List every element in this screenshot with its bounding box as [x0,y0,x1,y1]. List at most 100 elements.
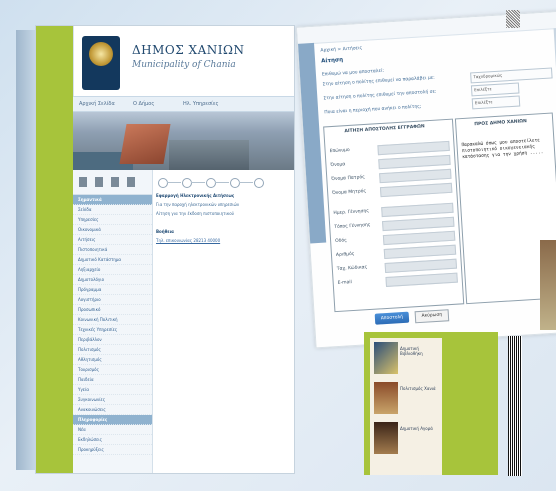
mother-name-input[interactable] [379,182,453,198]
close-icon[interactable] [95,177,103,187]
municipality-logo[interactable] [82,36,120,90]
sidebar-item[interactable]: Πρόγραμμα [73,285,152,295]
ad-text: Δημοτική Αγορά [400,426,433,431]
page-shadow [16,30,38,470]
question-4: Ποια είναι η περιοχή που ανήκει ο πολίτη… [324,104,422,116]
warning-icon[interactable] [127,177,135,187]
header-photo [73,112,294,170]
region-select[interactable]: Επιλέξτε [471,95,521,110]
delivery-select[interactable]: Ταχυδρομικώς [470,67,553,84]
sidebar-item[interactable]: Προκηρύξεις [73,445,152,455]
contact-link[interactable]: Τηλ. επικοινωνίας 28213 40000 [156,238,292,244]
sidebar-item[interactable]: Ληξιαρχείο [73,265,152,275]
hatch-mark [506,10,520,28]
birthdate-input[interactable] [381,202,454,218]
sidebar: Σημαντικά Σελίδα Υπηρεσίες Οικονομικά Αι… [73,170,153,473]
green-margin [36,26,73,473]
field-label: Όνομα Μητρός [332,189,367,197]
name-input[interactable] [378,154,451,170]
question-3: Στην αίτηση ο πολίτης επιθυμεί την αποστ… [323,89,437,102]
top-nav: Αρχική Σελίδα Ο Δήμος Ηλ. Υπηρεσίες [73,96,294,112]
site-subtitle: Municipality of Chania [132,60,236,70]
sidebar-section: Πληροφορίες [73,415,152,425]
home-icon[interactable] [79,177,87,187]
panel-title: ΑΙΤΗΣΗ ΑΠΟΣΤΟΛΗΣ ΕΓΓΡΑΦΩΝ [344,124,425,135]
seal-icon [89,42,113,66]
sidebar-item[interactable]: Τουρισμός [73,365,152,375]
request-text[interactable]: Παρακαλώ όπως μου αποστείλετε πιστοποιητ… [461,138,548,161]
sidebar-item[interactable]: Αθλητισμός [73,355,152,365]
field-label: E-mail [337,280,352,286]
main-content: Εφαρμογή Ηλεκτρονικής Αιτήσεως Για την π… [156,174,292,473]
number-input[interactable] [383,244,457,260]
birthplace-input[interactable] [382,216,455,232]
sidebar-item[interactable]: Υπηρεσίες [73,215,152,225]
form-heading: Αίτηση [320,57,344,65]
sidebar-item[interactable]: Σελίδα [73,205,152,215]
field-label: Επώνυμο [329,147,350,155]
sidebar-item[interactable]: Δημοτικό Κατάστημα [73,255,152,265]
sidebar-item[interactable]: Τεχνικές Υπηρεσίες [73,325,152,335]
field-label: Τόπος Γέννησης [334,222,371,231]
sidebar-item[interactable]: Νέα [73,425,152,435]
progress-steps [156,174,292,190]
father-name-input[interactable] [379,168,452,184]
field-label: Όνομα [330,162,346,169]
content-text: Για την παροχή ηλεκτρονικών υπηρεσιών [156,202,240,207]
nav-item-municipality[interactable]: Ο Δήμος [133,101,154,107]
ad-banner[interactable]: Πολιτισμός Χανιά [374,382,438,414]
sidebar-section: Σημαντικά [73,195,152,205]
ad-text: Πολιτισμός Χανιά [400,386,436,391]
sidebar-item[interactable]: Πιστοποιητικά [73,245,152,255]
cropped-photo [540,240,556,330]
field-label: Οδός [335,238,348,245]
sidebar-item[interactable]: Πολιτισμός [73,345,152,355]
ad-image [374,342,398,374]
help-heading: Βοήθεια [156,229,174,234]
ad-image [374,422,398,454]
sidebar-item[interactable]: Εκδηλώσεις [73,435,152,445]
sidebar-item[interactable]: Υγεία [73,385,152,395]
field-label: Αριθμός [335,251,355,258]
question-1: Επιθυμώ να μου αποσταλεί: [321,68,385,78]
field-label: Όνομα Πατρός [331,175,365,183]
sidebar-item[interactable]: Περιβάλλον [73,335,152,345]
sidebar-item[interactable]: Λογιστήριο [73,295,152,305]
ad-image [374,382,398,414]
receive-select[interactable]: Επιλέξτε [470,82,520,97]
sidebar-item[interactable]: Κοινωνική Πολιτική [73,315,152,325]
site-title: ΔΗΜΟΣ ΧΑΝΙΩΝ [132,43,245,57]
sidebar-item[interactable]: Οικονομικά [73,225,152,235]
field-label: Ημερ. Γέννησης [333,208,370,217]
ads-page: Δημοτική Βιβλιοθήκη Πολιτισμός Χανιά Δημ… [364,332,498,475]
sidebar-item[interactable]: Δημοτολόγιο [73,275,152,285]
nav-item-eservices[interactable]: Ηλ. Υπηρεσίες [183,101,219,107]
street-input[interactable] [382,230,456,246]
email-input[interactable] [385,272,458,287]
ad-banner[interactable]: Δημοτική Αγορά [374,422,438,454]
breadcrumb[interactable]: Αρχική > Αιτήσεις [320,46,362,54]
panel-title: ΠΡΟΣ ΔΗΜΟ ΧΑΝΙΩΝ [474,119,527,128]
sidebar-item[interactable]: Συγκοινωνίες [73,395,152,405]
content-heading: Εφαρμογή Ηλεκτρονικής Αιτήσεως [156,193,235,198]
sidebar-item[interactable]: Ανακοινώσεις [73,405,152,415]
field-label: Ταχ. Κώδικας [336,265,368,272]
ad-text: Δημοτική Βιβλιοθήκη [400,346,423,356]
postcode-input[interactable] [384,258,458,274]
submit-button[interactable]: Αποστολή [374,311,410,325]
sidebar-item[interactable]: Αιτήσεις [73,235,152,245]
municipality-homepage: ΔΗΜΟΣ ΧΑΝΙΩΝ Municipality of Chania Αρχι… [36,26,294,473]
cancel-button[interactable]: Ακύρωση [414,309,450,324]
surname-input[interactable] [377,140,450,156]
application-form-page: Αρχική > Αιτήσεις Αίτηση Επιθυμώ να μου … [296,10,556,349]
sidebar-item[interactable]: Παιδεία [73,375,152,385]
question-2: Στην αίτηση ο πολίτης επιθυμεί να παραλά… [322,75,435,88]
nav-item-home[interactable]: Αρχική Σελίδα [79,101,115,107]
content-text: Αίτηση για την έκδοση πιστοποιητικού [156,211,234,216]
ads-column: Δημοτική Βιβλιοθήκη Πολιτισμός Χανιά Δημ… [370,338,442,475]
sidebar-item[interactable]: Προσωπικό [73,305,152,315]
ad-banner[interactable]: Δημοτική Βιβλιοθήκη [374,342,438,374]
barcode-strip [508,336,522,476]
applicant-panel: ΑΙΤΗΣΗ ΑΠΟΣΤΟΛΗΣ ΕΓΓΡΑΦΩΝ Επώνυμο Όνομα … [323,118,465,313]
info-icon[interactable] [111,177,119,187]
